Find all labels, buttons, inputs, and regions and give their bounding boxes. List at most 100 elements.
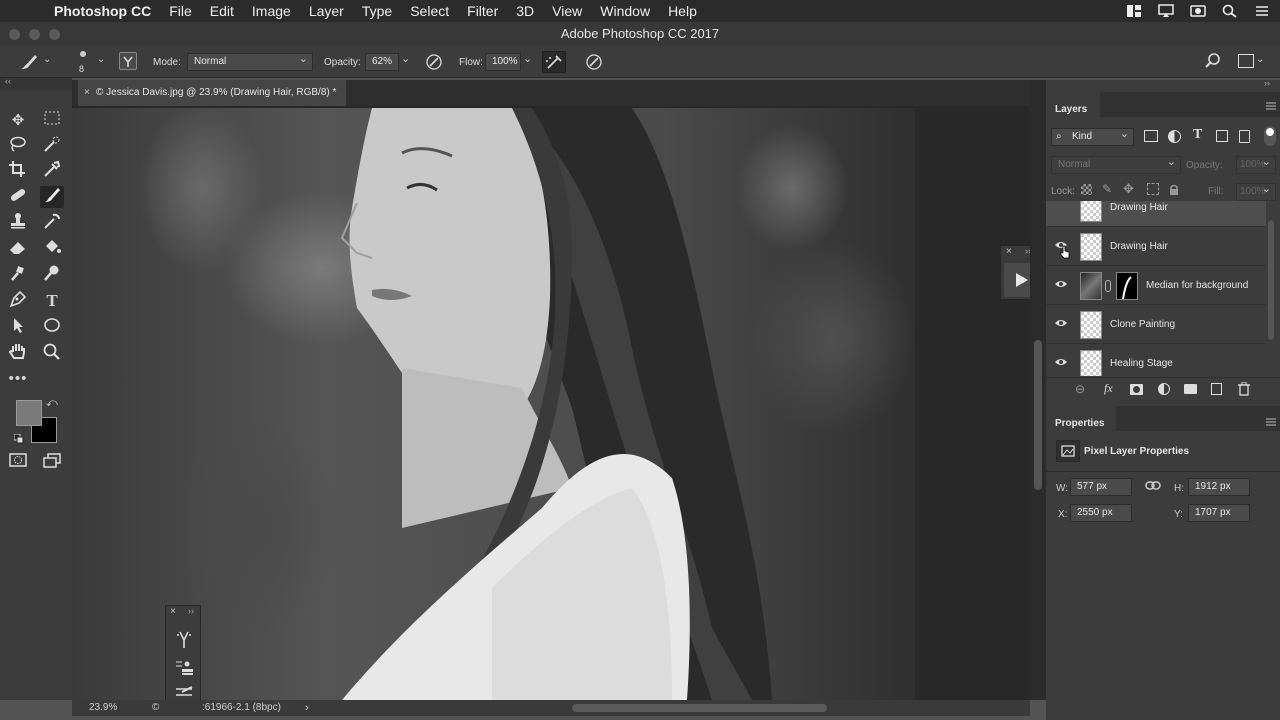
move-tool-icon[interactable]: ✥ bbox=[6, 110, 30, 132]
collapse-toolbox-icon[interactable]: ‹‹ bbox=[5, 76, 11, 86]
app-menu[interactable]: Photoshop CC bbox=[54, 3, 151, 19]
close-document-icon[interactable]: × bbox=[84, 80, 90, 106]
brush-panel-icon[interactable] bbox=[174, 630, 194, 650]
type-tool-icon[interactable]: T bbox=[40, 290, 64, 312]
workspace-chevron-icon[interactable]: ⌄ bbox=[1256, 54, 1264, 65]
history-brush-tool-icon[interactable] bbox=[40, 212, 64, 234]
lock-artboard-icon[interactable] bbox=[1147, 183, 1159, 195]
crop-tool-icon[interactable] bbox=[6, 160, 30, 182]
path-selection-tool-icon[interactable] bbox=[6, 316, 30, 338]
add-mask-icon[interactable] bbox=[1130, 384, 1143, 395]
mask-link-icon[interactable] bbox=[1105, 280, 1111, 292]
mode-select[interactable]: Normal bbox=[187, 51, 313, 71]
filter-type-layers-icon[interactable]: T bbox=[1193, 127, 1202, 143]
menu-3d[interactable]: 3D bbox=[516, 3, 534, 19]
screen-mode-icon[interactable] bbox=[40, 452, 64, 474]
y-input[interactable]: 1707 px bbox=[1188, 504, 1250, 522]
layers-tab[interactable]: Layers bbox=[1046, 92, 1100, 117]
lock-image-pixels-icon[interactable]: ✎ bbox=[1102, 182, 1112, 196]
new-adjustment-layer-icon[interactable] bbox=[1158, 383, 1170, 395]
filter-toggle-switch[interactable] bbox=[1264, 126, 1276, 146]
paint-bucket-tool-icon[interactable] bbox=[40, 238, 64, 260]
preset-picker-chevron-icon[interactable]: ⌄ bbox=[43, 54, 51, 65]
delete-layer-icon[interactable] bbox=[1238, 381, 1250, 396]
camera-icon[interactable] bbox=[1190, 4, 1206, 18]
opacity-input[interactable]: 62% bbox=[365, 53, 399, 71]
layers-scroll-thumb[interactable] bbox=[1268, 220, 1274, 340]
lasso-tool-icon[interactable] bbox=[6, 135, 30, 157]
minimize-window-button[interactable] bbox=[29, 29, 40, 40]
tool-presets-icon[interactable] bbox=[174, 686, 194, 700]
smudge-tool-icon[interactable] bbox=[6, 264, 30, 286]
layer-mask-thumbnail[interactable] bbox=[1116, 272, 1138, 300]
brush-tool-preset-icon[interactable] bbox=[18, 52, 40, 72]
vertical-scrollbar[interactable] bbox=[1030, 80, 1046, 700]
eraser-tool-icon[interactable] bbox=[6, 238, 30, 260]
lock-position-icon[interactable]: ✥ bbox=[1123, 181, 1134, 197]
layers-list[interactable]: Drawing Hair Drawing Hair Median for bac… bbox=[1046, 201, 1266, 376]
document-info[interactable]: :61966-2.1 (8bpc) bbox=[202, 700, 281, 716]
link-layers-icon[interactable]: ⊖ bbox=[1075, 382, 1085, 396]
menu-image[interactable]: Image bbox=[252, 3, 291, 19]
menu-help[interactable]: Help bbox=[668, 3, 697, 19]
document-tab[interactable]: × © Jessica Davis.jpg @ 23.9% (Drawing H… bbox=[78, 80, 347, 106]
layer-row-drawing-hair[interactable]: Drawing Hair bbox=[1046, 227, 1266, 266]
menu-file[interactable]: File bbox=[169, 3, 192, 19]
canvas-area[interactable] bbox=[72, 106, 1030, 700]
lock-transparent-pixels-icon[interactable] bbox=[1081, 184, 1092, 195]
layer-opacity-input[interactable]: 100% bbox=[1236, 154, 1276, 174]
height-input[interactable]: 1912 px bbox=[1188, 478, 1250, 496]
dodge-tool-icon[interactable] bbox=[40, 264, 64, 286]
spotlight-search-icon[interactable] bbox=[1222, 4, 1238, 18]
menu-edit[interactable]: Edit bbox=[210, 3, 234, 19]
zoom-window-button[interactable] bbox=[49, 29, 60, 40]
flow-slider-chevron-icon[interactable]: ⌄ bbox=[523, 52, 532, 65]
eyedropper-tool-icon[interactable] bbox=[40, 160, 64, 182]
tile-icon[interactable] bbox=[1126, 4, 1142, 18]
menu-view[interactable]: View bbox=[552, 3, 582, 19]
pressure-size-icon[interactable] bbox=[584, 52, 604, 72]
menu-layer[interactable]: Layer bbox=[309, 3, 344, 19]
quick-selection-tool-icon[interactable] bbox=[40, 135, 64, 157]
airbrush-toggle-icon[interactable] bbox=[542, 51, 566, 73]
visibility-eye-icon[interactable] bbox=[1054, 279, 1068, 289]
pressure-opacity-icon[interactable] bbox=[424, 52, 444, 72]
brush-panel-toggle-icon[interactable] bbox=[119, 52, 137, 70]
width-input[interactable]: 577 px bbox=[1070, 478, 1132, 496]
fill-input[interactable]: 100% bbox=[1236, 181, 1276, 201]
link-dimensions-icon[interactable] bbox=[1144, 478, 1162, 494]
properties-panel-menu-icon[interactable] bbox=[1266, 414, 1276, 426]
close-mini-panel-icon[interactable]: × bbox=[1006, 246, 1012, 257]
close-presets-panel-icon[interactable]: × bbox=[170, 606, 176, 617]
zoom-tool-icon[interactable] bbox=[40, 342, 64, 364]
horizontal-scroll-thumb[interactable] bbox=[572, 704, 827, 712]
visibility-eye-icon[interactable] bbox=[1054, 357, 1068, 367]
brush-tool-icon[interactable] bbox=[40, 186, 64, 208]
vertical-scroll-thumb[interactable] bbox=[1034, 340, 1042, 490]
menu-window[interactable]: Window bbox=[600, 3, 650, 19]
search-icon[interactable] bbox=[1204, 52, 1222, 70]
x-input[interactable]: 2550 px bbox=[1070, 504, 1132, 522]
layer-style-icon[interactable]: fx bbox=[1104, 381, 1113, 396]
visibility-eye-icon[interactable] bbox=[1054, 318, 1068, 328]
close-window-button[interactable] bbox=[9, 29, 20, 40]
opacity-slider-chevron-icon[interactable]: ⌄ bbox=[401, 52, 410, 65]
menu-filter[interactable]: Filter bbox=[467, 3, 498, 19]
collapse-dock-icon[interactable]: ›› bbox=[1264, 78, 1270, 88]
hand-tool-icon[interactable] bbox=[6, 342, 30, 364]
layers-panel-menu-icon[interactable] bbox=[1266, 98, 1276, 110]
new-group-icon[interactable] bbox=[1184, 384, 1197, 394]
flow-input[interactable]: 100% bbox=[485, 53, 521, 71]
layer-row-healing-stage[interactable]: Healing Stage bbox=[1046, 344, 1266, 376]
foreground-color-swatch-top[interactable] bbox=[16, 400, 42, 426]
filter-shape-layers-icon[interactable] bbox=[1216, 130, 1228, 142]
zoom-level[interactable]: 23.9% bbox=[89, 700, 117, 716]
properties-tab[interactable]: Properties bbox=[1046, 406, 1116, 431]
layer-row-drawing-hair-copy[interactable]: Drawing Hair bbox=[1046, 201, 1266, 227]
quick-mask-icon[interactable] bbox=[6, 452, 30, 474]
marquee-tool-icon[interactable] bbox=[40, 110, 64, 132]
filter-smart-objects-icon[interactable] bbox=[1239, 130, 1250, 143]
lock-all-icon[interactable] bbox=[1169, 183, 1179, 195]
menu-type[interactable]: Type bbox=[362, 3, 392, 19]
filter-pixel-layers-icon[interactable] bbox=[1144, 130, 1158, 142]
